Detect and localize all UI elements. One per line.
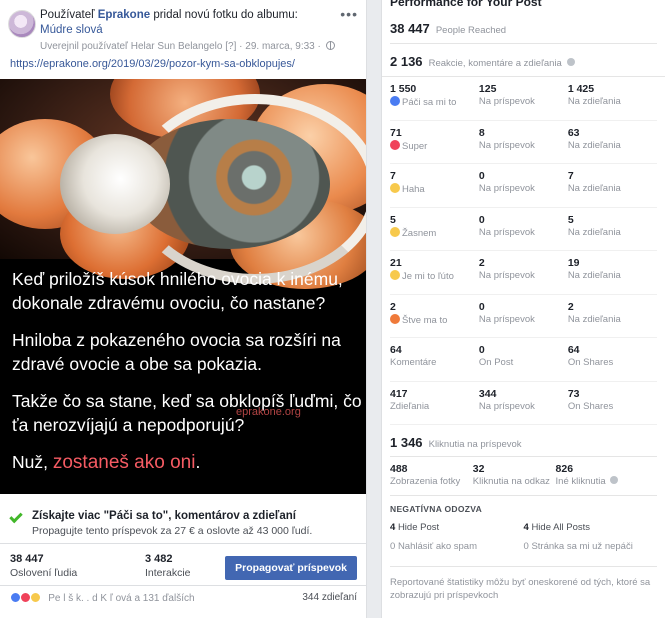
sad-icon — [30, 592, 42, 603]
disclaimer: Reportované štatistiky môžu byť oneskore… — [390, 566, 657, 602]
published-marker[interactable]: [?] — [225, 41, 236, 52]
spam-stat: 0 Nahlásiť ako spam — [390, 541, 478, 552]
caption-highlight: zostaneš ako oni — [52, 452, 196, 473]
promo-title: Získajte viac "Páči sa to", komentárov a… — [32, 510, 296, 522]
row-shares: 417 Zdieľania 344 Na príspevok 73 On Shares — [390, 382, 657, 425]
check-icon — [9, 509, 23, 524]
hide-all-stat: 4 Hide All Posts — [523, 522, 591, 533]
reaction-summary[interactable]: Pe l š k. . d K ľ ová a 131 ďalších 344 … — [0, 592, 366, 614]
caption-line-2: Hniloba z pokazeného ovocia sa rozšíri n… — [12, 330, 341, 374]
reactions-breakdown: 1 550 Páči sa mi to 125 Na príspevok 1 425… — [382, 77, 665, 425]
row-like: 1 550 Páči sa mi to 125 Na príspevok 1 425… — [390, 77, 657, 121]
boost-post-button[interactable]: Propagovať príspevok — [225, 556, 357, 580]
info-icon[interactable] — [610, 476, 619, 484]
post-headline: Používateľ Eprakone pridal novú fotku do… — [40, 8, 356, 38]
unlike-stat: 0 Stránka sa mi už nepáči — [523, 541, 633, 552]
angry-icon — [390, 313, 400, 324]
row-angry: 2 Štve ma to 0 Na príspevok 2 Na zdieľania — [390, 295, 657, 338]
fruit-photo — [0, 79, 366, 289]
like-icon — [390, 96, 400, 106]
hide-post-stat: 4 Hide Post — [390, 522, 440, 533]
info-icon[interactable] — [566, 58, 575, 66]
more-options-icon[interactable]: ••• — [340, 6, 358, 22]
author-link[interactable]: Eprakone — [98, 9, 150, 21]
negative-feedback: NEGATÍVNA ODOZVA 4 Hide Post 4 Hide All … — [382, 496, 665, 552]
post-clicks: 1 346 Kliknutia na príspevok 488 Zobrazen… — [382, 425, 665, 496]
stat-engagement: 3 482 Interakcie — [145, 553, 191, 579]
clicks-total: 1 346 Kliknutia na príspevok — [390, 425, 657, 457]
caption-line-1: Keď priložíš kúsok hnilého ovocia k iném… — [12, 269, 343, 313]
panel-title: Performance for Your Post — [390, 0, 542, 9]
shares-count[interactable]: 344 zdieľaní — [302, 592, 357, 603]
action-text: pridal novú fotku do albumu: — [153, 9, 298, 21]
row-comments: 64 Komentáre 0 On Post 64 On Shares — [390, 338, 657, 382]
watermark: eprakone.org — [236, 406, 301, 418]
post-card: Používateľ Eprakone pridal novú fotku do… — [0, 0, 367, 618]
people-reached: 38 447 People Reached — [390, 11, 657, 44]
haha-icon — [390, 183, 400, 193]
caption-line-4: Nuž, zostaneš ako oni. — [12, 452, 201, 473]
promo-subtitle: Propagujte tento príspevok za 27 € a osl… — [32, 525, 313, 537]
post-date[interactable]: 29. marca, 9:33 — [245, 41, 314, 52]
album-link[interactable]: Múdre slová — [40, 24, 103, 36]
globe-icon — [325, 41, 335, 50]
performance-panel: Performance for Your Post 38 447 People … — [381, 0, 665, 618]
author-prefix: Používateľ — [40, 9, 95, 21]
stat-reached: 38 447 Oslovení ľudia — [10, 553, 78, 579]
post-stats: 38 447 Oslovení ľudia 3 482 Interakcie P… — [0, 543, 366, 586]
promo-banner: Získajte viac "Páči sa to", komentárov a… — [0, 509, 366, 537]
sad-icon — [390, 270, 400, 280]
row-love: 71 Super 8 Na príspevok 63 Na zdieľania — [390, 121, 657, 164]
page-avatar[interactable] — [8, 10, 36, 38]
row-wow: 5 Žasnem 0 Na príspevok 5 Na zdieľania — [390, 208, 657, 251]
post-photo[interactable]: Keď priložíš kúsok hnilého ovocia k iném… — [0, 79, 366, 494]
post-meta: Uverejnil používateľ Helar Sun Belangelo… — [40, 41, 356, 52]
row-haha: 7 Haha 0 Na príspevok 7 Na zdieľania — [390, 164, 657, 208]
reaction-names: Pe l š k. . d K ľ ová a 131 ďalších — [48, 593, 195, 604]
post-link[interactable]: https://eprakone.org/2019/03/29/pozor-ky… — [0, 58, 366, 70]
wow-icon — [390, 226, 400, 237]
clicks-breakdown: 488 Zobrazenia fotky 32 Kliknutia na odkaz… — [390, 457, 657, 496]
row-sad: 21 Je mi to ľúto 2 Na príspevok 19 Na zdieľ… — [390, 251, 657, 295]
caption-line-3: Takže čo sa stane, keď sa obklopíš ľuďmi… — [12, 391, 362, 435]
post-header: Používateľ Eprakone pridal novú fotku do… — [0, 0, 366, 54]
love-icon — [390, 139, 400, 150]
reactions-total: 2 136 Reakcie, komentáre a zdieľania — [390, 44, 657, 76]
published-by: Uverejnil používateľ Helar Sun Belangelo — [40, 41, 223, 52]
negative-title: NEGATÍVNA ODOZVA — [390, 504, 483, 514]
photo-caption: Keď priložíš kúsok hnilého ovocia k iném… — [12, 267, 362, 488]
